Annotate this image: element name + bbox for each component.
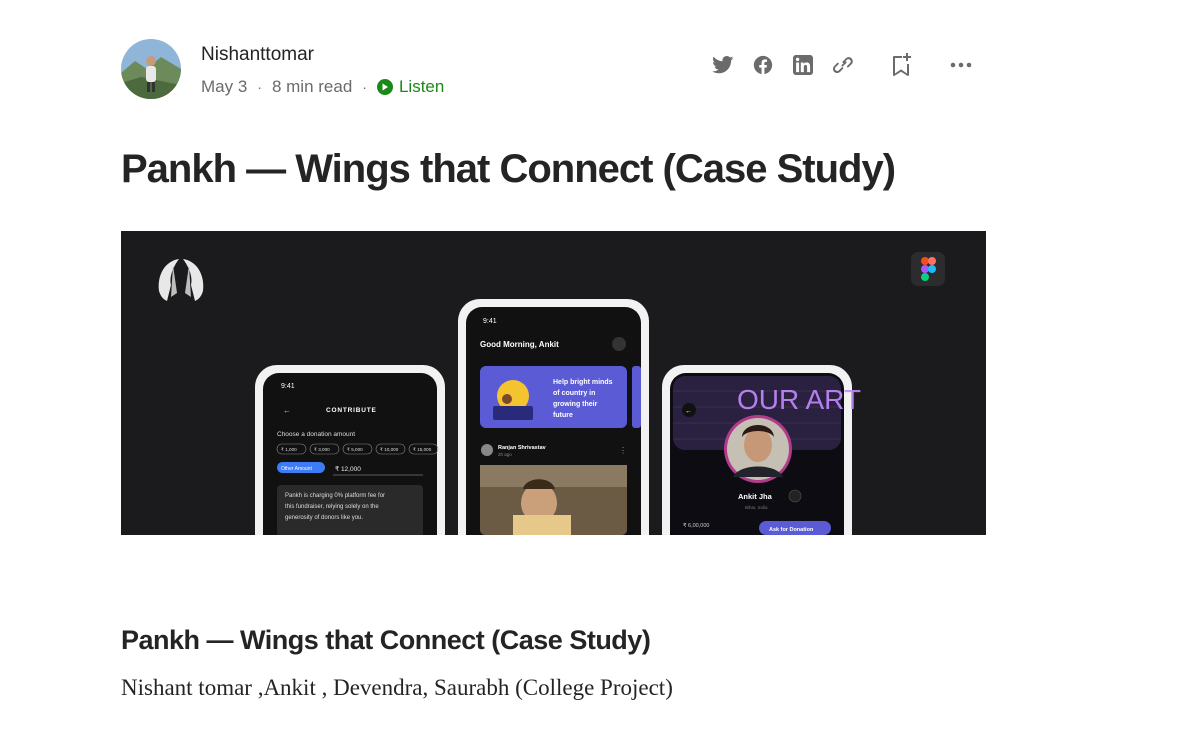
wings-logo-icon <box>158 259 204 301</box>
banner-line-3: growing their <box>553 401 598 408</box>
author-name[interactable]: Nishanttomar <box>201 45 444 64</box>
svg-text:←: ← <box>685 408 692 415</box>
read-time: 8 min read <box>271 77 353 96</box>
avatar[interactable] <box>121 39 181 99</box>
twitter-icon[interactable] <box>710 52 736 78</box>
svg-text:⋮: ⋮ <box>619 446 627 455</box>
amount-chip-label: ₹ 15,000 <box>413 447 432 452</box>
profile-location: Bihar, India <box>745 505 768 510</box>
phone-mockup-contribute: 9:41 ← CONTRIBUTE Choose a donation amou… <box>255 365 445 535</box>
play-icon <box>376 78 393 95</box>
article-subheading: Pankh — Wings that Connect (Case Study) <box>121 625 651 655</box>
banner-line-4: future <box>553 412 573 419</box>
link-icon[interactable] <box>830 52 856 78</box>
listen-label: Listen <box>398 77 445 96</box>
bookmark-add-icon[interactable] <box>888 52 914 78</box>
separator-dot: · <box>257 78 262 95</box>
note-line-3: generosity of donors like you. <box>285 515 363 521</box>
banner-line-1: Help bright minds <box>553 379 613 386</box>
more-icon[interactable] <box>948 52 974 78</box>
raised-amount: ₹ 6,00,000 <box>683 522 709 529</box>
profile-name: Ankit Jha <box>738 492 773 501</box>
other-amount-value: ₹ 12,000 <box>335 465 361 473</box>
phone-time: 9:41 <box>483 318 497 325</box>
amount-chip-label: ₹ 3,000 <box>314 447 330 452</box>
poster-time: 2h ago <box>498 452 512 457</box>
article-meta: May 3 · 8 min read · Listen <box>201 78 444 95</box>
phone-time: 9:41 <box>281 383 295 390</box>
contribute-header: CONTRIBUTE <box>326 407 377 414</box>
svg-text:←: ← <box>283 406 291 415</box>
ask-donation-button: Ask for Donation <box>769 527 814 533</box>
greeting-text: Good Morning, Ankit <box>480 340 559 349</box>
note-line-1: Pankh is charging 0% platform fee for <box>285 493 385 499</box>
donation-prompt: Choose a donation amount <box>277 431 355 438</box>
note-line-2: this fundraiser, relying solely on the <box>285 504 379 510</box>
figma-icon <box>911 252 945 286</box>
other-amount-label: Other Amount <box>281 466 312 472</box>
linkedin-icon[interactable] <box>790 52 816 78</box>
article-title: Pankh — Wings that Connect (Case Study) <box>121 147 896 191</box>
amount-chip-label: ₹ 5,000 <box>347 447 363 452</box>
separator-dot: · <box>362 78 367 95</box>
publish-date: May 3 <box>201 77 248 96</box>
poster-name: Ranjan Shrivastav <box>498 445 547 451</box>
article-authors-line: Nishant tomar ,Ankit , Devendra, Saurabh… <box>121 675 673 700</box>
phone-mockup-home: 9:41 Good Morning, Ankit Help bright min… <box>458 299 649 535</box>
share-actions <box>710 52 988 78</box>
author-info: Nishanttomar May 3 · 8 min read · Listen <box>201 39 444 99</box>
cover-text: OUR ART <box>737 384 861 415</box>
banner-line-2: of country in <box>553 390 595 397</box>
facebook-icon[interactable] <box>750 52 776 78</box>
amount-chip-label: ₹ 1,000 <box>281 447 297 452</box>
amount-chip-label: ₹ 10,000 <box>380 447 399 452</box>
hero-image[interactable]: 9:41 ← CONTRIBUTE Choose a donation amou… <box>121 231 986 535</box>
author-block: Nishanttomar May 3 · 8 min read · Listen <box>121 39 444 99</box>
phone-mockup-profile: OUR ART ← Ankit Jha Bihar, India ₹ 6,00,… <box>662 365 861 535</box>
listen-button[interactable]: Listen <box>376 77 445 96</box>
